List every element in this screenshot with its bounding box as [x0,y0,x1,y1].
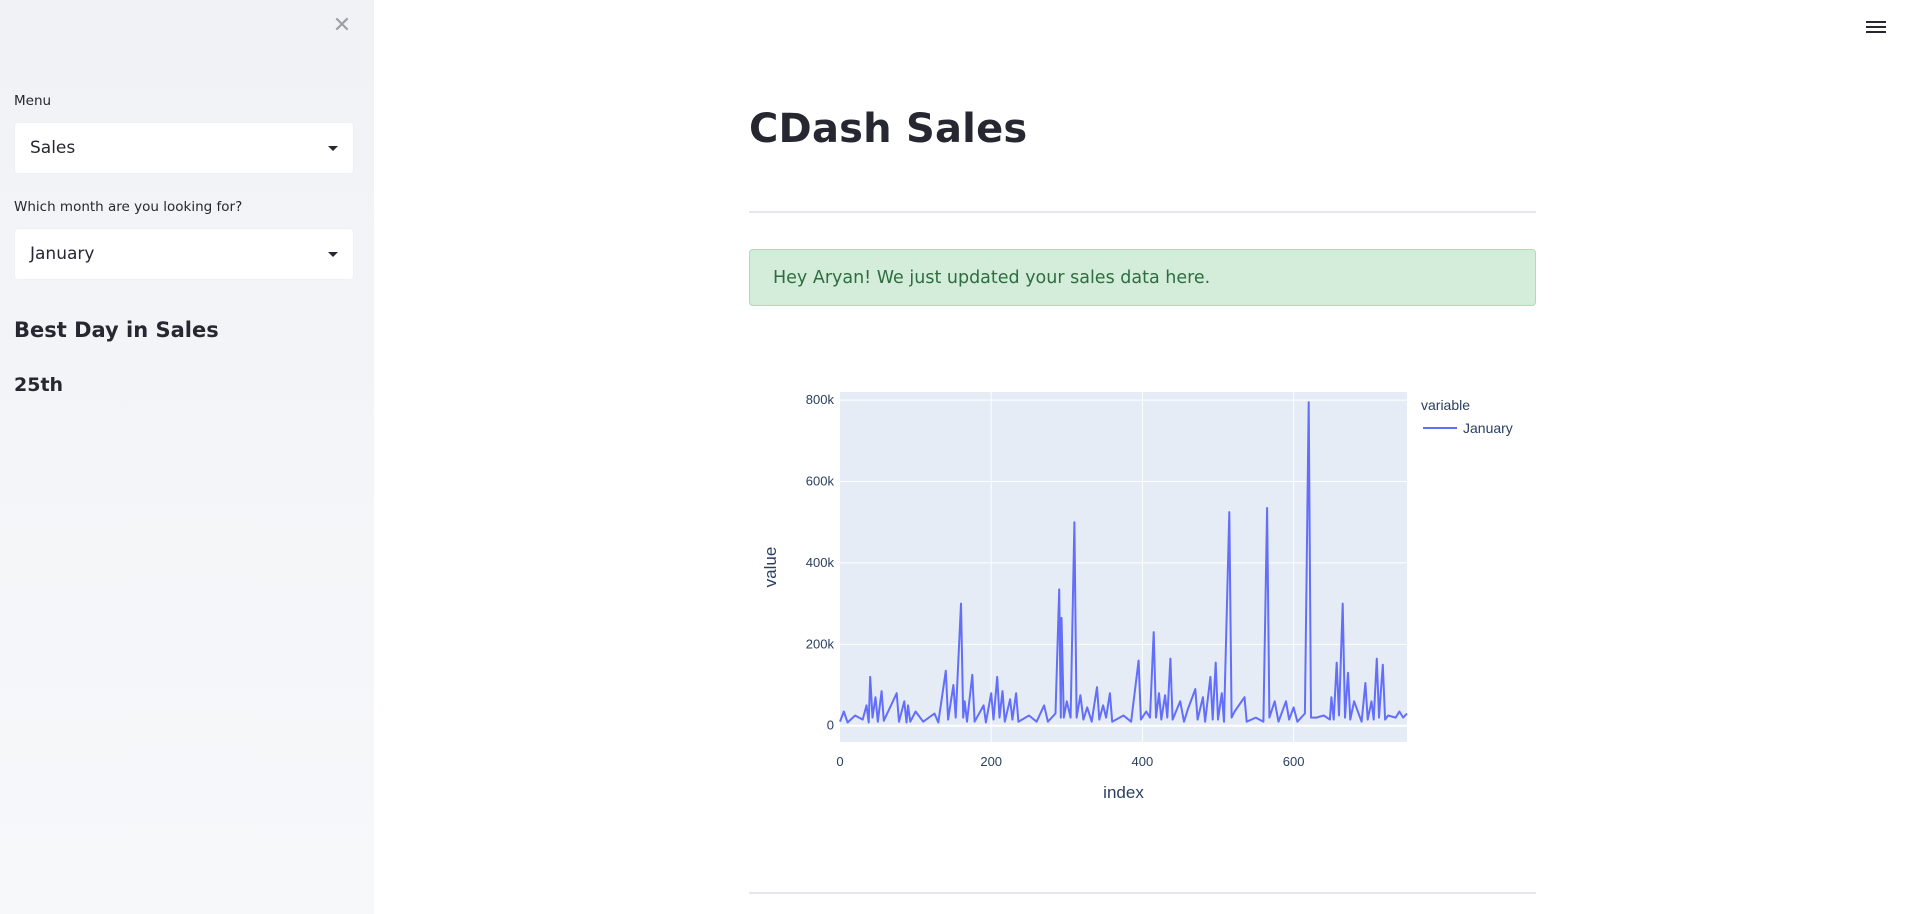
month-select[interactable]: January [14,228,354,280]
month-select-value: January [30,244,95,264]
y-tick-label: 600k [806,474,835,489]
page-title: CDash Sales [749,106,1028,152]
y-tick-label: 400k [806,555,835,570]
menu-label: Menu [14,93,52,109]
legend-entry: January [1463,420,1513,436]
menu-select-value: Sales [30,138,76,158]
legend-title: variable [1421,397,1470,413]
y-tick-label: 0 [827,718,834,733]
menu-select[interactable]: Sales [14,122,354,174]
hamburger-menu-icon[interactable] [1866,18,1886,38]
x-axis-title: index [1103,783,1144,800]
x-tick-label: 0 [836,754,843,769]
close-sidebar-icon[interactable]: ✕ [330,14,354,38]
chevron-down-icon [328,145,338,151]
sales-line-chart: 0 200 400 600 0 200k 400k 600k 800k index value var… [749,370,1536,804]
alert-text: Hey Aryan! We just updated your sales da… [773,267,1211,288]
plot-area [840,392,1407,742]
x-tick-label: 600 [1283,754,1305,769]
y-tick-label: 800k [806,392,835,407]
month-label: Which month are you looking for? [14,199,243,215]
best-day-value: 25th [14,374,64,396]
divider [749,211,1536,213]
x-tick-label: 400 [1132,754,1154,769]
y-tick-label: 200k [806,636,835,651]
chevron-down-icon [328,251,338,257]
best-day-heading: Best Day in Sales [14,318,219,342]
divider [749,892,1536,894]
success-alert: Hey Aryan! We just updated your sales da… [749,249,1536,306]
x-tick-label: 200 [980,754,1002,769]
y-axis-title: value [761,547,780,588]
sidebar: ✕ Menu Sales Which month are you looking… [0,0,374,914]
chart-svg: 0 200 400 600 0 200k 400k 600k 800k index value var… [761,392,1513,802]
